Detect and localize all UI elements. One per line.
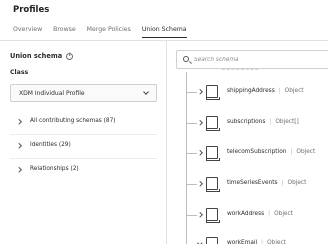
chevron-right-icon bbox=[16, 167, 22, 173]
search-icon bbox=[183, 56, 189, 62]
field-label: subscriptions | Object[] bbox=[227, 119, 299, 125]
tab-union-schema[interactable]: Union Schema bbox=[141, 26, 187, 38]
union-schema-sidebar: Union schema Class XDM Individual Profil… bbox=[0, 41, 166, 244]
field-type: Object bbox=[284, 88, 304, 94]
field-name: timeSeriesEvents bbox=[227, 180, 278, 186]
field-label: workAddress | Object bbox=[227, 211, 293, 217]
accordion-item-contributing-schemas[interactable]: All contributing schemas (87) bbox=[10, 111, 157, 135]
tree-branch bbox=[186, 215, 197, 216]
tree-branch bbox=[186, 123, 197, 124]
chevron-right-icon[interactable] bbox=[197, 150, 203, 156]
union-schema-title: Union schema bbox=[10, 52, 63, 60]
chevron-right-icon[interactable] bbox=[197, 212, 203, 218]
field-name: workEmail bbox=[227, 240, 258, 244]
class-label: Class bbox=[10, 69, 29, 76]
object-icon bbox=[206, 85, 220, 100]
field-type: Object[] bbox=[275, 119, 299, 125]
object-icon bbox=[206, 146, 220, 161]
tree-branch bbox=[186, 153, 197, 154]
field-name: subscriptions bbox=[227, 119, 266, 125]
search-field[interactable] bbox=[176, 50, 328, 69]
chevron-right-icon bbox=[16, 143, 22, 149]
tab-merge-policies[interactable]: Merge Policies bbox=[87, 26, 131, 38]
chevron-right-icon bbox=[16, 119, 22, 125]
chevron-down-icon[interactable] bbox=[197, 240, 203, 244]
tab-overview[interactable]: Overview bbox=[13, 26, 42, 38]
tab-browse[interactable]: Browse bbox=[53, 26, 76, 38]
field-label: timeSeriesEvents | Object bbox=[227, 180, 307, 186]
field-label: shippingAddress | Object bbox=[227, 88, 304, 94]
schema-tree-panel: ‾ ‾ ‾ ‾ ‾ ‾ ‾ ‾ shippingAddress|Object s… bbox=[167, 41, 328, 244]
object-icon bbox=[206, 208, 220, 223]
field-label: workEmail | Object bbox=[227, 240, 286, 244]
field-type: Object bbox=[287, 180, 307, 186]
tree-row-work-email[interactable]: workEmail | Object bbox=[186, 235, 328, 244]
schema-accordion: All contributing schemas (87) Identities… bbox=[10, 111, 157, 183]
accordion-item-relationships[interactable]: Relationships (2) bbox=[10, 159, 157, 183]
chevron-right-icon[interactable] bbox=[197, 181, 203, 187]
chevron-right-icon[interactable] bbox=[197, 89, 203, 95]
tree-branch bbox=[186, 92, 197, 93]
page-header: Profiles Overview Browse Merge Policies … bbox=[0, 0, 328, 40]
field-name: telecomSubscription bbox=[227, 149, 287, 155]
field-type: Object bbox=[296, 149, 316, 155]
class-select-value: XDM Individual Profile bbox=[19, 90, 85, 97]
tree-row-shipping-address[interactable]: shippingAddress | Object bbox=[186, 83, 328, 103]
tree-row-telecom-subscription[interactable]: telecomSubscription | Object bbox=[186, 144, 328, 164]
info-icon[interactable] bbox=[66, 52, 74, 60]
tree-row-work-address[interactable]: workAddress | Object bbox=[186, 206, 328, 226]
accordion-label: All contributing schemas (87) bbox=[30, 118, 116, 124]
field-type: Object bbox=[274, 211, 293, 217]
field-name: shippingAddress bbox=[227, 88, 275, 94]
search-input[interactable] bbox=[194, 54, 328, 66]
object-icon bbox=[206, 177, 220, 192]
chevron-right-icon[interactable] bbox=[197, 120, 203, 126]
accordion-label: Identities (29) bbox=[30, 142, 71, 148]
object-icon bbox=[206, 116, 220, 131]
union-schema-heading: Union schema bbox=[10, 52, 74, 60]
class-select[interactable]: XDM Individual Profile bbox=[10, 84, 157, 102]
field-label: telecomSubscription | Object bbox=[227, 149, 316, 155]
accordion-item-identities[interactable]: Identities (29) bbox=[10, 135, 157, 159]
tree-branch bbox=[186, 184, 197, 185]
tree-row-subscriptions[interactable]: subscriptions | Object[] bbox=[186, 114, 328, 134]
chevron-down-icon bbox=[143, 89, 149, 95]
object-icon bbox=[206, 237, 218, 244]
page-title: Profiles bbox=[13, 5, 50, 15]
tab-bar: Overview Browse Merge Policies Union Sch… bbox=[13, 26, 198, 38]
partially-hidden-row: ‾ ‾ ‾ ‾ ‾ ‾ ‾ ‾ bbox=[222, 70, 259, 76]
field-name: workAddress bbox=[227, 211, 265, 217]
accordion-label: Relationships (2) bbox=[30, 166, 79, 172]
tree-row-time-series-events[interactable]: timeSeriesEvents | Object bbox=[186, 175, 328, 195]
field-type: Object bbox=[267, 240, 286, 244]
